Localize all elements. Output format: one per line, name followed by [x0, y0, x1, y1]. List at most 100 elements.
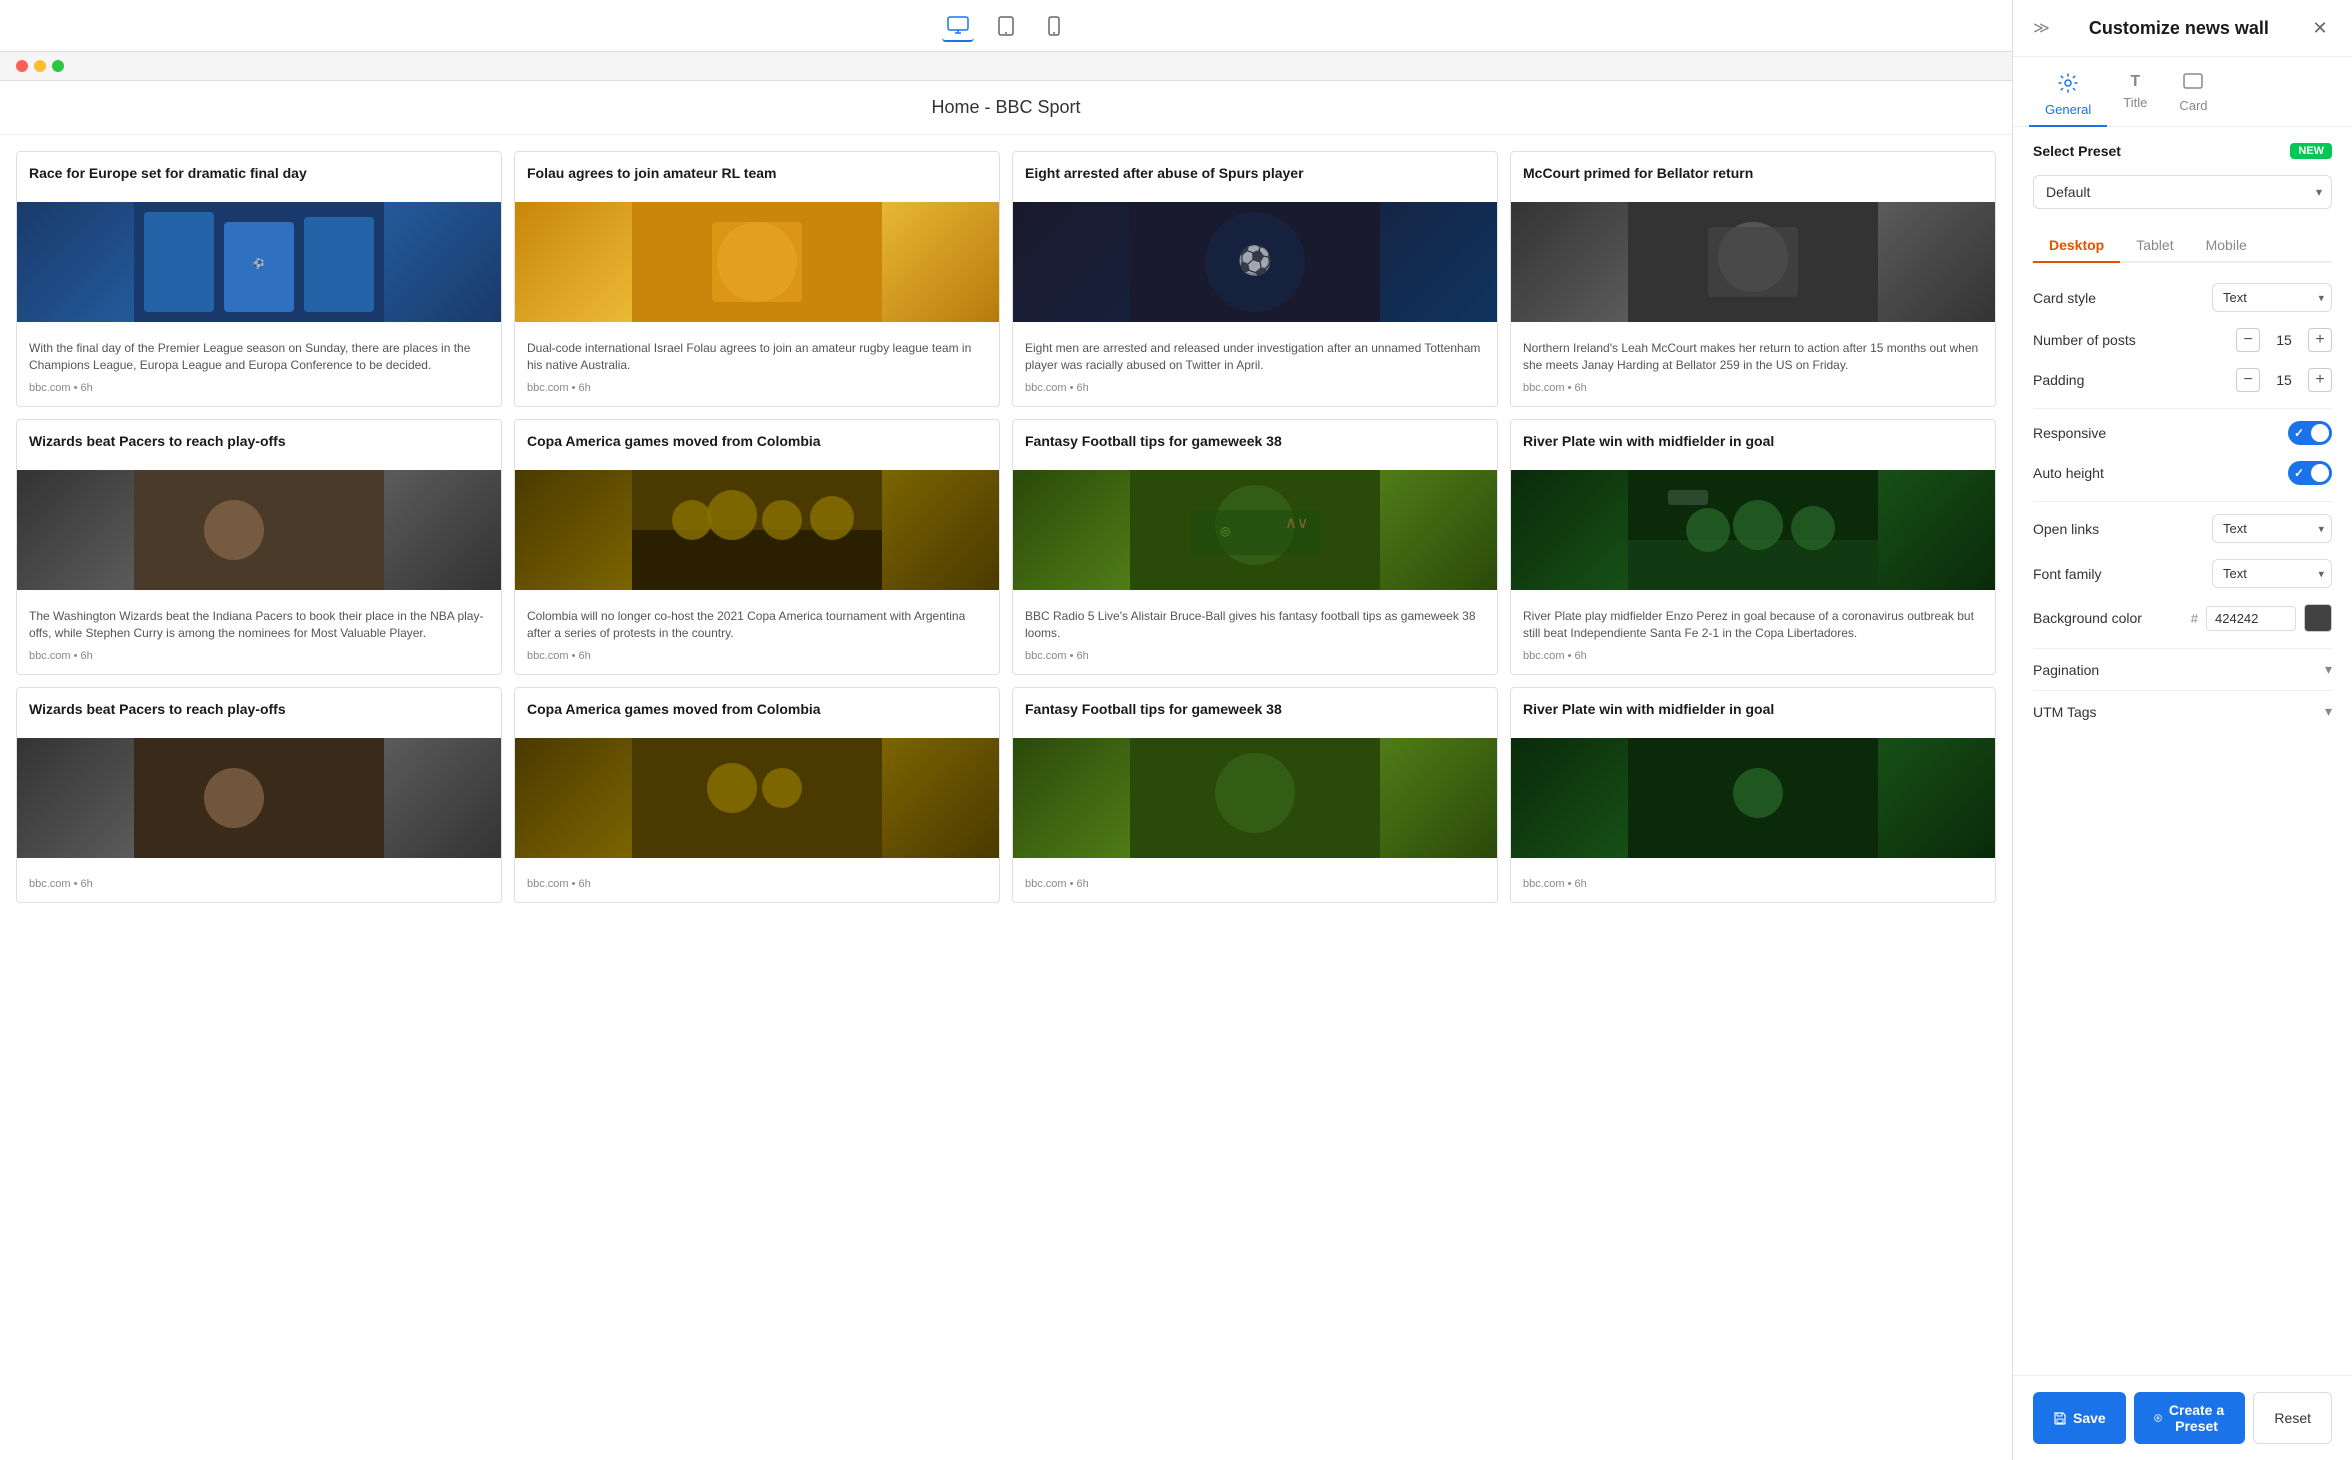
card-desc: BBC Radio 5 Live's Alistair Bruce-Ball g… — [1025, 608, 1485, 642]
device-tab-tablet[interactable]: Tablet — [2120, 229, 2189, 263]
card-title: Eight arrested after abuse of Spurs play… — [1025, 164, 1485, 182]
news-card: Eight arrested after abuse of Spurs play… — [1012, 151, 1498, 407]
svg-text:⚽: ⚽ — [1237, 244, 1273, 277]
news-card: Race for Europe set for dramatic final d… — [16, 151, 502, 407]
card-image: ⚽ — [1013, 202, 1497, 322]
card-title: Wizards beat Pacers to reach play-offs — [29, 432, 489, 450]
color-swatch[interactable] — [2304, 604, 2332, 632]
card-meta: bbc.com • 6h — [1025, 650, 1485, 662]
card-meta: bbc.com • 6h — [29, 650, 489, 662]
device-tabs: Desktop Tablet Mobile — [2033, 229, 2332, 263]
number-of-posts-stepper: − 15 + — [2236, 328, 2332, 352]
card-title: River Plate win with midfielder in goal — [1523, 700, 1983, 718]
auto-height-label: Auto height — [2033, 465, 2104, 481]
card-desc: Eight men are arrested and released unde… — [1025, 340, 1485, 374]
close-button[interactable]: ✕ — [2308, 16, 2332, 40]
card-title: Folau agrees to join amateur RL team — [527, 164, 987, 182]
card-title: Fantasy Football tips for gameweek 38 — [1025, 700, 1485, 718]
panel-title: Customize news wall — [2089, 18, 2269, 39]
card-image — [1511, 470, 1995, 590]
device-tab-desktop[interactable]: Desktop — [2033, 229, 2120, 263]
news-card: Wizards beat Pacers to reach play-offs T… — [16, 419, 502, 675]
desktop-icon[interactable] — [942, 10, 974, 42]
number-of-posts-setting: Number of posts − 15 + — [2033, 328, 2332, 352]
auto-height-toggle[interactable]: ✓ — [2288, 461, 2332, 485]
card-meta: bbc.com • 6h — [1523, 382, 1983, 394]
panel-tabs: General T Title Card — [2013, 57, 2352, 127]
color-input[interactable] — [2206, 606, 2296, 631]
card-style-label: Card style — [2033, 290, 2096, 306]
reset-button[interactable]: Reset — [2253, 1392, 2332, 1444]
card-meta: bbc.com • 6h — [1523, 878, 1983, 890]
card-meta: bbc.com • 6h — [1523, 650, 1983, 662]
device-tab-mobile[interactable]: Mobile — [2190, 229, 2263, 263]
tab-card[interactable]: Card — [2163, 65, 2223, 127]
dot-green — [52, 60, 64, 72]
news-card: Fantasy Football tips for gameweek 38 bb… — [1012, 687, 1498, 903]
utm-tags-label: UTM Tags — [2033, 704, 2097, 720]
news-card: Folau agrees to join amateur RL team Dua… — [514, 151, 1000, 407]
create-preset-label: Create a Preset — [2168, 1402, 2226, 1434]
card-title: Copa America games moved from Colombia — [527, 700, 987, 718]
preset-select[interactable]: Default — [2033, 175, 2332, 209]
news-card: River Plate win with midfielder in goal … — [1510, 687, 1996, 903]
news-card: Copa America games moved from Colombia b… — [514, 687, 1000, 903]
mobile-icon[interactable] — [1038, 10, 1070, 42]
card-style-select[interactable]: Text — [2212, 283, 2332, 312]
new-badge: NEW — [2290, 143, 2332, 159]
news-card: McCourt primed for Bellator return North… — [1510, 151, 1996, 407]
font-family-select[interactable]: Text — [2212, 559, 2332, 588]
tab-title[interactable]: T Title — [2107, 65, 2163, 127]
card-meta: bbc.com • 6h — [527, 878, 987, 890]
tab-title-label: Title — [2123, 95, 2147, 110]
card-title: Race for Europe set for dramatic final d… — [29, 164, 489, 182]
create-preset-button[interactable]: Create a Preset — [2134, 1392, 2246, 1444]
tab-general[interactable]: General — [2029, 65, 2107, 127]
posts-decrease-button[interactable]: − — [2236, 328, 2260, 352]
card-style-setting: Card style Text ▾ — [2033, 283, 2332, 312]
card-image — [1511, 202, 1995, 322]
title-icon: T — [2130, 73, 2140, 91]
preset-section: Select Preset NEW — [2033, 143, 2332, 159]
card-image: ⚽ — [17, 202, 501, 322]
window-chrome — [0, 52, 2012, 81]
panel-footer: Save Create a Preset Reset — [2013, 1375, 2352, 1460]
responsive-toggle[interactable]: ✓ — [2288, 421, 2332, 445]
save-icon — [2053, 1411, 2067, 1425]
open-links-label: Open links — [2033, 521, 2099, 537]
card-title: Fantasy Football tips for gameweek 38 — [1025, 432, 1485, 450]
tab-card-label: Card — [2179, 98, 2207, 113]
posts-increase-button[interactable]: + — [2308, 328, 2332, 352]
auto-height-setting: Auto height ✓ — [2033, 461, 2332, 485]
color-row: # — [2191, 604, 2332, 632]
card-image — [17, 470, 501, 590]
utm-tags-chevron-icon: ▾ — [2325, 703, 2332, 720]
tablet-icon[interactable] — [990, 10, 1022, 42]
expand-icon[interactable]: ≫ — [2033, 18, 2050, 38]
card-image — [515, 738, 999, 858]
preset-label: Select Preset — [2033, 143, 2121, 159]
padding-decrease-button[interactable]: − — [2236, 368, 2260, 392]
preview-area: Home - BBC Sport Race for Europe set for… — [0, 81, 2012, 1460]
font-family-label: Font family — [2033, 566, 2101, 582]
card-meta: bbc.com • 6h — [1025, 878, 1485, 890]
pagination-section[interactable]: Pagination ▾ — [2033, 648, 2332, 690]
card-image — [1013, 738, 1497, 858]
number-of-posts-label: Number of posts — [2033, 332, 2136, 348]
save-button[interactable]: Save — [2033, 1392, 2126, 1444]
card-desc: Dual-code international Israel Folau agr… — [527, 340, 987, 374]
responsive-setting: Responsive ✓ — [2033, 421, 2332, 445]
padding-increase-button[interactable]: + — [2308, 368, 2332, 392]
font-family-setting: Font family Text ▾ — [2033, 559, 2332, 588]
open-links-setting: Open links Text ▾ — [2033, 514, 2332, 543]
device-toolbar — [0, 0, 2012, 52]
responsive-label: Responsive — [2033, 425, 2106, 441]
card-desc: With the final day of the Premier League… — [29, 340, 489, 374]
background-color-label: Background color — [2033, 610, 2142, 626]
news-card: Wizards beat Pacers to reach play-offs b… — [16, 687, 502, 903]
card-image — [1511, 738, 1995, 858]
padding-label: Padding — [2033, 372, 2084, 388]
padding-value: 15 — [2272, 372, 2296, 388]
open-links-select[interactable]: Text — [2212, 514, 2332, 543]
utm-tags-section[interactable]: UTM Tags ▾ — [2033, 690, 2332, 732]
